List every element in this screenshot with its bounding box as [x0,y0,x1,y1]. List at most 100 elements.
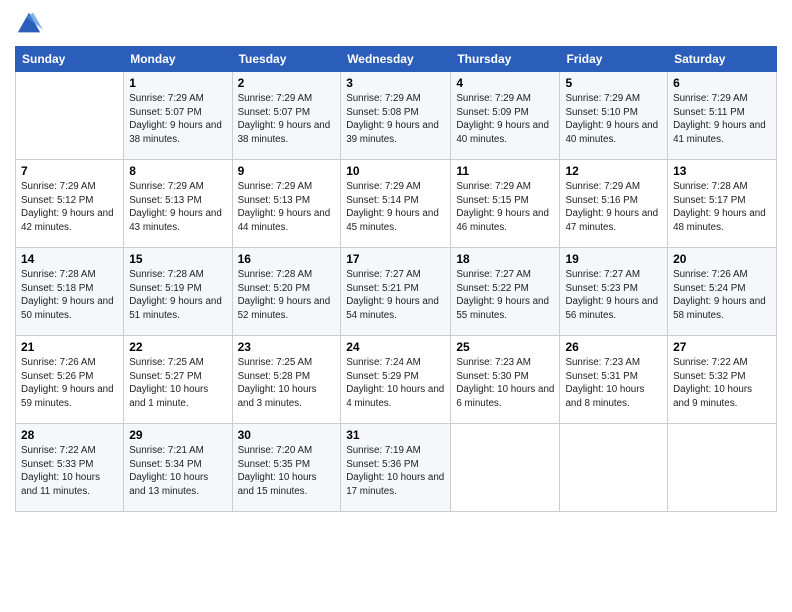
day-number: 7 [21,164,118,178]
day-info: Sunrise: 7:28 AMSunset: 5:18 PMDaylight:… [21,268,118,323]
day-info: Sunrise: 7:29 AMSunset: 5:15 PMDaylight:… [456,180,554,235]
day-number: 31 [346,428,445,442]
calendar-cell: 17 Sunrise: 7:27 AMSunset: 5:21 PMDaylig… [341,248,451,336]
day-number: 23 [238,340,336,354]
day-header-sunday: Sunday [16,47,124,72]
day-number: 25 [456,340,554,354]
day-number: 24 [346,340,445,354]
day-number: 11 [456,164,554,178]
day-header-wednesday: Wednesday [341,47,451,72]
day-info: Sunrise: 7:22 AMSunset: 5:33 PMDaylight:… [21,444,118,499]
day-number: 27 [673,340,771,354]
calendar-cell: 14 Sunrise: 7:28 AMSunset: 5:18 PMDaylig… [16,248,124,336]
calendar-cell: 31 Sunrise: 7:19 AMSunset: 5:36 PMDaylig… [341,424,451,512]
calendar-header [15,10,777,38]
day-number: 22 [129,340,226,354]
day-header-thursday: Thursday [451,47,560,72]
day-number: 3 [346,76,445,90]
day-info: Sunrise: 7:25 AMSunset: 5:27 PMDaylight:… [129,356,226,411]
day-info: Sunrise: 7:23 AMSunset: 5:31 PMDaylight:… [565,356,662,411]
calendar-cell: 22 Sunrise: 7:25 AMSunset: 5:27 PMDaylig… [124,336,232,424]
day-header-monday: Monday [124,47,232,72]
day-info: Sunrise: 7:29 AMSunset: 5:13 PMDaylight:… [129,180,226,235]
calendar-cell: 26 Sunrise: 7:23 AMSunset: 5:31 PMDaylig… [560,336,668,424]
calendar-cell: 18 Sunrise: 7:27 AMSunset: 5:22 PMDaylig… [451,248,560,336]
day-header-friday: Friday [560,47,668,72]
calendar-cell: 29 Sunrise: 7:21 AMSunset: 5:34 PMDaylig… [124,424,232,512]
day-info: Sunrise: 7:27 AMSunset: 5:23 PMDaylight:… [565,268,662,323]
calendar-cell [16,72,124,160]
calendar-cell: 20 Sunrise: 7:26 AMSunset: 5:24 PMDaylig… [668,248,777,336]
day-info: Sunrise: 7:29 AMSunset: 5:12 PMDaylight:… [21,180,118,235]
calendar-cell: 28 Sunrise: 7:22 AMSunset: 5:33 PMDaylig… [16,424,124,512]
day-number: 10 [346,164,445,178]
calendar-week-4: 21 Sunrise: 7:26 AMSunset: 5:26 PMDaylig… [16,336,777,424]
calendar-table: SundayMondayTuesdayWednesdayThursdayFrid… [15,46,777,512]
day-info: Sunrise: 7:29 AMSunset: 5:13 PMDaylight:… [238,180,336,235]
calendar-cell: 30 Sunrise: 7:20 AMSunset: 5:35 PMDaylig… [232,424,341,512]
day-number: 8 [129,164,226,178]
calendar-cell: 5 Sunrise: 7:29 AMSunset: 5:10 PMDayligh… [560,72,668,160]
day-info: Sunrise: 7:29 AMSunset: 5:10 PMDaylight:… [565,92,662,147]
day-number: 21 [21,340,118,354]
calendar-cell [668,424,777,512]
day-number: 9 [238,164,336,178]
day-info: Sunrise: 7:29 AMSunset: 5:14 PMDaylight:… [346,180,445,235]
logo-icon [15,10,43,38]
calendar-cell: 9 Sunrise: 7:29 AMSunset: 5:13 PMDayligh… [232,160,341,248]
calendar-cell: 8 Sunrise: 7:29 AMSunset: 5:13 PMDayligh… [124,160,232,248]
calendar-cell: 27 Sunrise: 7:22 AMSunset: 5:32 PMDaylig… [668,336,777,424]
day-info: Sunrise: 7:27 AMSunset: 5:21 PMDaylight:… [346,268,445,323]
calendar-cell: 19 Sunrise: 7:27 AMSunset: 5:23 PMDaylig… [560,248,668,336]
calendar-cell: 7 Sunrise: 7:29 AMSunset: 5:12 PMDayligh… [16,160,124,248]
day-number: 20 [673,252,771,266]
calendar-cell: 12 Sunrise: 7:29 AMSunset: 5:16 PMDaylig… [560,160,668,248]
calendar-week-5: 28 Sunrise: 7:22 AMSunset: 5:33 PMDaylig… [16,424,777,512]
day-info: Sunrise: 7:26 AMSunset: 5:26 PMDaylight:… [21,356,118,411]
day-info: Sunrise: 7:23 AMSunset: 5:30 PMDaylight:… [456,356,554,411]
calendar-week-1: 1 Sunrise: 7:29 AMSunset: 5:07 PMDayligh… [16,72,777,160]
calendar-cell: 21 Sunrise: 7:26 AMSunset: 5:26 PMDaylig… [16,336,124,424]
calendar-cell: 15 Sunrise: 7:28 AMSunset: 5:19 PMDaylig… [124,248,232,336]
day-number: 5 [565,76,662,90]
day-number: 30 [238,428,336,442]
calendar-week-3: 14 Sunrise: 7:28 AMSunset: 5:18 PMDaylig… [16,248,777,336]
calendar-cell: 4 Sunrise: 7:29 AMSunset: 5:09 PMDayligh… [451,72,560,160]
day-info: Sunrise: 7:28 AMSunset: 5:17 PMDaylight:… [673,180,771,235]
logo [15,10,45,38]
day-info: Sunrise: 7:26 AMSunset: 5:24 PMDaylight:… [673,268,771,323]
day-number: 14 [21,252,118,266]
day-info: Sunrise: 7:25 AMSunset: 5:28 PMDaylight:… [238,356,336,411]
calendar-week-2: 7 Sunrise: 7:29 AMSunset: 5:12 PMDayligh… [16,160,777,248]
day-number: 26 [565,340,662,354]
day-number: 1 [129,76,226,90]
calendar-cell: 1 Sunrise: 7:29 AMSunset: 5:07 PMDayligh… [124,72,232,160]
day-number: 19 [565,252,662,266]
day-info: Sunrise: 7:24 AMSunset: 5:29 PMDaylight:… [346,356,445,411]
day-info: Sunrise: 7:29 AMSunset: 5:11 PMDaylight:… [673,92,771,147]
day-info: Sunrise: 7:20 AMSunset: 5:35 PMDaylight:… [238,444,336,499]
day-number: 17 [346,252,445,266]
calendar-cell: 25 Sunrise: 7:23 AMSunset: 5:30 PMDaylig… [451,336,560,424]
day-info: Sunrise: 7:29 AMSunset: 5:08 PMDaylight:… [346,92,445,147]
day-number: 18 [456,252,554,266]
calendar-cell: 24 Sunrise: 7:24 AMSunset: 5:29 PMDaylig… [341,336,451,424]
calendar-cell: 6 Sunrise: 7:29 AMSunset: 5:11 PMDayligh… [668,72,777,160]
calendar-cell [451,424,560,512]
calendar-cell [560,424,668,512]
day-info: Sunrise: 7:21 AMSunset: 5:34 PMDaylight:… [129,444,226,499]
day-info: Sunrise: 7:28 AMSunset: 5:19 PMDaylight:… [129,268,226,323]
day-number: 13 [673,164,771,178]
day-number: 2 [238,76,336,90]
day-header-saturday: Saturday [668,47,777,72]
day-info: Sunrise: 7:27 AMSunset: 5:22 PMDaylight:… [456,268,554,323]
day-number: 29 [129,428,226,442]
day-number: 12 [565,164,662,178]
calendar-cell: 13 Sunrise: 7:28 AMSunset: 5:17 PMDaylig… [668,160,777,248]
calendar-cell: 3 Sunrise: 7:29 AMSunset: 5:08 PMDayligh… [341,72,451,160]
calendar-cell: 10 Sunrise: 7:29 AMSunset: 5:14 PMDaylig… [341,160,451,248]
calendar-cell: 16 Sunrise: 7:28 AMSunset: 5:20 PMDaylig… [232,248,341,336]
calendar-cell: 23 Sunrise: 7:25 AMSunset: 5:28 PMDaylig… [232,336,341,424]
day-info: Sunrise: 7:19 AMSunset: 5:36 PMDaylight:… [346,444,445,499]
calendar-cell: 11 Sunrise: 7:29 AMSunset: 5:15 PMDaylig… [451,160,560,248]
